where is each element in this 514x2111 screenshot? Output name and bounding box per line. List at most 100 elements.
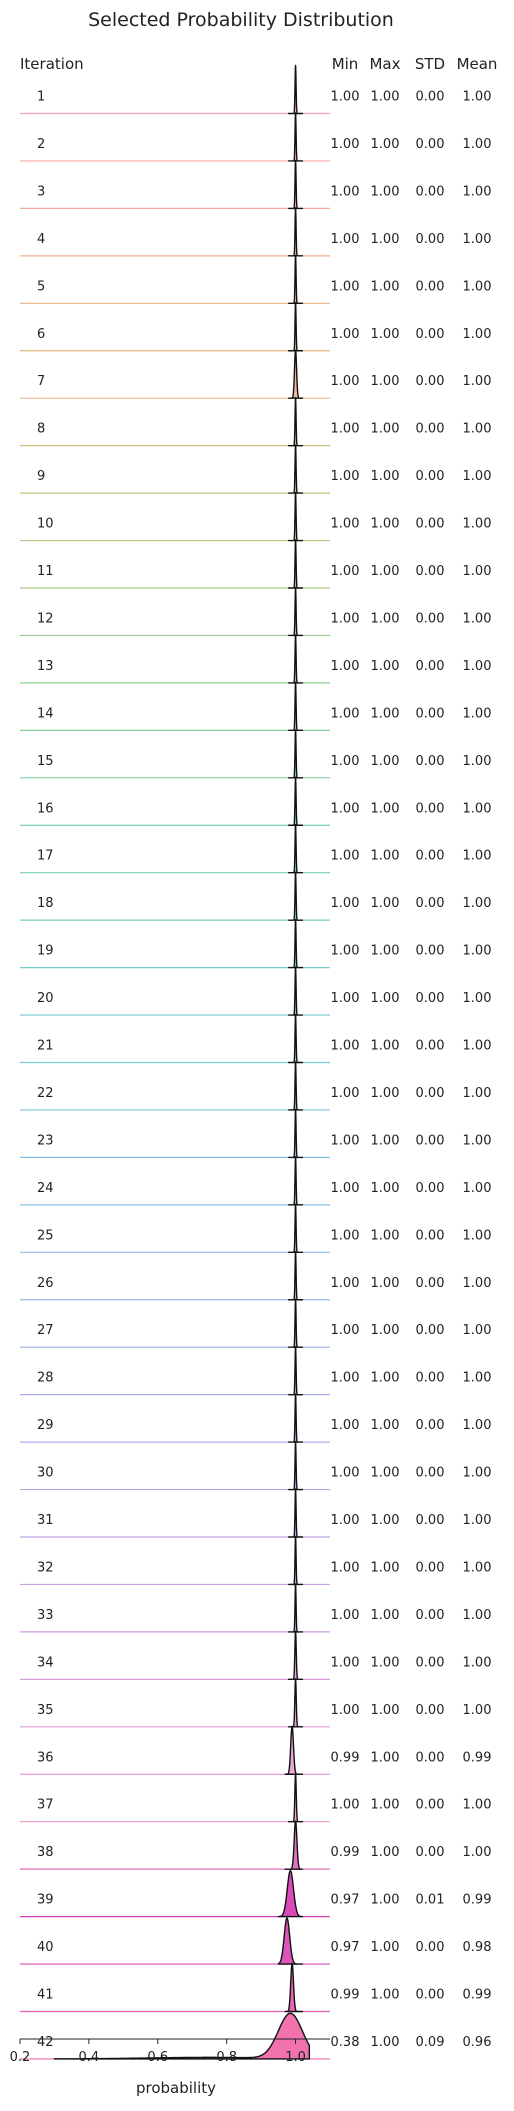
stat-max: 1.00 bbox=[371, 517, 400, 532]
iteration-label: 17 bbox=[37, 849, 54, 864]
stat-max: 1.00 bbox=[371, 374, 400, 389]
stat-mean: 1.00 bbox=[463, 1466, 492, 1481]
density-curve bbox=[287, 254, 304, 304]
stat-max: 1.00 bbox=[371, 1845, 400, 1860]
stat-min: 1.00 bbox=[331, 327, 360, 342]
stat-mean: 1.00 bbox=[463, 1845, 492, 1860]
ridge-row: 17 1.00 1.00 0.00 1.00 bbox=[20, 824, 492, 874]
stat-min: 1.00 bbox=[331, 1655, 360, 1670]
stat-mean: 1.00 bbox=[463, 374, 492, 389]
ridge-row: 31 1.00 1.00 0.00 1.00 bbox=[20, 1488, 492, 1538]
stat-std: 0.00 bbox=[416, 1845, 445, 1860]
density-curve bbox=[287, 1345, 304, 1396]
ridge-row: 12 1.00 1.00 0.00 1.00 bbox=[20, 586, 491, 637]
ridge-row: 11 1.00 1.00 0.00 1.00 bbox=[20, 539, 491, 589]
density-curve bbox=[287, 1298, 304, 1348]
stat-mean: 1.00 bbox=[463, 1039, 492, 1054]
stat-mean: 1.00 bbox=[463, 1798, 492, 1813]
density-curve bbox=[287, 444, 304, 494]
stat-mean: 1.00 bbox=[463, 849, 492, 864]
density-curve bbox=[287, 1678, 304, 1728]
stat-mean: 1.00 bbox=[463, 1513, 492, 1528]
iteration-label: 1 bbox=[37, 90, 45, 105]
stat-min: 1.00 bbox=[331, 517, 360, 532]
stat-min: 1.00 bbox=[331, 659, 360, 674]
stat-std: 0.00 bbox=[416, 1988, 445, 2003]
density-curve bbox=[287, 349, 304, 399]
ridgeline-chart: Selected Probability Distribution Iterat… bbox=[10, 9, 498, 2097]
stat-min: 1.00 bbox=[331, 564, 360, 579]
x-axis-label: probability bbox=[136, 2079, 216, 2097]
stat-std: 0.00 bbox=[416, 1181, 445, 1196]
stat-mean: 1.00 bbox=[463, 137, 492, 152]
stat-std: 0.00 bbox=[416, 327, 445, 342]
stat-mean: 1.00 bbox=[463, 184, 492, 199]
iteration-label: 11 bbox=[37, 564, 54, 579]
stat-max: 1.00 bbox=[371, 1798, 400, 1813]
stat-std: 0.00 bbox=[416, 184, 445, 199]
stat-mean: 1.00 bbox=[463, 801, 492, 816]
stat-std: 0.00 bbox=[416, 1466, 445, 1481]
ridge-row: 7 1.00 1.00 0.00 1.00 bbox=[20, 349, 492, 399]
stat-mean: 1.00 bbox=[463, 659, 492, 674]
stat-max: 1.00 bbox=[371, 1133, 400, 1148]
x-tick-label: 0.4 bbox=[79, 2050, 100, 2065]
stat-header-min: Min bbox=[332, 55, 359, 73]
stat-max: 1.00 bbox=[371, 1466, 400, 1481]
ridge-row: 35 1.00 1.00 0.00 1.00 bbox=[20, 1678, 491, 1728]
stat-std: 0.00 bbox=[416, 706, 445, 721]
stat-min: 1.00 bbox=[331, 1276, 360, 1291]
stat-max: 1.00 bbox=[371, 1228, 400, 1243]
stat-max: 1.00 bbox=[371, 327, 400, 342]
stat-header-std: STD bbox=[415, 55, 445, 73]
stat-min: 1.00 bbox=[331, 1086, 360, 1101]
iteration-label: 19 bbox=[37, 944, 54, 959]
stat-std: 0.00 bbox=[416, 1323, 445, 1338]
ridge-row: 4 1.00 1.00 0.00 1.00 bbox=[20, 207, 491, 257]
stat-std: 0.00 bbox=[416, 1940, 445, 1955]
ridges: 1 1.00 1.00 0.00 1.002 1.00 1.00 0.00 1.003 1.00 1… bbox=[20, 64, 492, 2060]
density-curve bbox=[287, 64, 304, 115]
stat-max: 1.00 bbox=[371, 1988, 400, 2003]
iteration-label: 34 bbox=[37, 1655, 54, 1670]
stat-min: 1.00 bbox=[331, 90, 360, 105]
x-tick-label: 0.2 bbox=[10, 2050, 31, 2065]
iteration-label: 25 bbox=[37, 1228, 54, 1243]
density-curve bbox=[277, 1869, 304, 1918]
stat-mean: 1.00 bbox=[463, 1608, 492, 1623]
density-curve bbox=[287, 1393, 304, 1443]
iteration-label: 38 bbox=[37, 1845, 54, 1860]
stat-mean: 1.00 bbox=[463, 1086, 492, 1101]
iteration-label: 8 bbox=[37, 422, 45, 437]
stat-std: 0.00 bbox=[416, 1086, 445, 1101]
stat-std: 0.00 bbox=[416, 1228, 445, 1243]
stat-min: 1.00 bbox=[331, 1513, 360, 1528]
iteration-label: 15 bbox=[37, 754, 54, 769]
stat-min: 1.00 bbox=[331, 1181, 360, 1196]
stat-std: 0.00 bbox=[416, 422, 445, 437]
density-curve bbox=[287, 1108, 304, 1159]
stat-mean: 1.00 bbox=[463, 1276, 492, 1291]
ridge-row: 10 1.00 1.00 0.00 1.00 bbox=[20, 491, 491, 542]
stat-max: 1.00 bbox=[371, 1893, 400, 1908]
stat-min: 0.97 bbox=[331, 1940, 360, 1955]
stat-std: 0.00 bbox=[416, 90, 445, 105]
stat-max: 1.00 bbox=[371, 1323, 400, 1338]
stat-mean: 1.00 bbox=[463, 469, 492, 484]
stat-mean: 0.99 bbox=[463, 1750, 492, 1765]
stat-min: 1.00 bbox=[331, 944, 360, 959]
iteration-label: 21 bbox=[37, 1039, 54, 1054]
ridge-row: 41 0.99 1.00 0.00 0.99 bbox=[20, 1962, 491, 2013]
stat-std: 0.00 bbox=[416, 1276, 445, 1291]
stat-std: 0.00 bbox=[416, 1750, 445, 1765]
density-curve bbox=[284, 1962, 304, 2013]
ridge-row: 20 1.00 1.00 0.00 1.00 bbox=[20, 966, 491, 1016]
stat-std: 0.00 bbox=[416, 137, 445, 152]
ridge-row: 40 0.97 1.00 0.00 0.98 bbox=[20, 1917, 491, 1965]
density-curve bbox=[287, 539, 304, 589]
ridge-row: 28 1.00 1.00 0.00 1.00 bbox=[20, 1345, 491, 1396]
density-curve bbox=[284, 1725, 304, 1775]
density-curve bbox=[287, 586, 304, 637]
iteration-label: 33 bbox=[37, 1608, 54, 1623]
stat-max: 1.00 bbox=[371, 184, 400, 199]
